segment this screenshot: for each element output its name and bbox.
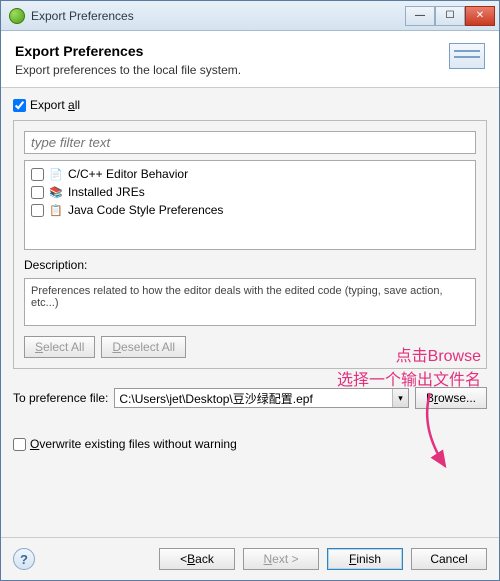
tree-item-checkbox[interactable]: [31, 186, 44, 199]
jre-icon: 📚: [48, 184, 64, 200]
finish-button[interactable]: Finish: [327, 548, 403, 570]
tree-item-label: Installed JREs: [68, 185, 145, 199]
next-button[interactable]: Next >: [243, 548, 319, 570]
filter-input[interactable]: [24, 131, 476, 154]
close-button[interactable]: ✕: [465, 6, 495, 26]
titlebar: Export Preferences — ☐ ✕: [1, 1, 499, 31]
help-button[interactable]: ?: [13, 548, 35, 570]
cancel-button[interactable]: Cancel: [411, 548, 487, 570]
description-box: Preferences related to how the editor de…: [24, 278, 476, 326]
cpp-icon: 📄: [48, 166, 64, 182]
app-icon: [9, 8, 25, 24]
export-all-checkbox[interactable]: [13, 99, 26, 112]
preferences-icon: [449, 43, 485, 69]
back-button[interactable]: < Back: [159, 548, 235, 570]
tree-item-label: Java Code Style Preferences: [68, 203, 223, 217]
preferences-tree[interactable]: 📄 C/C++ Editor Behavior 📚 Installed JREs…: [24, 160, 476, 250]
description-label: Description:: [24, 258, 476, 272]
dialog-header: Export Preferences Export preferences to…: [1, 31, 499, 88]
export-all-checkbox-row[interactable]: Export all: [13, 98, 487, 112]
header-title: Export Preferences: [15, 43, 449, 59]
overwrite-checkbox-row[interactable]: Overwrite existing files without warning: [13, 437, 487, 451]
select-all-button[interactable]: Select All: [24, 336, 95, 358]
window-title: Export Preferences: [31, 9, 405, 23]
tree-item[interactable]: 📚 Installed JREs: [29, 183, 471, 201]
minimize-button[interactable]: —: [405, 6, 435, 26]
deselect-all-button[interactable]: Deselect All: [101, 336, 186, 358]
pref-file-label: To preference file:: [13, 391, 108, 405]
header-description: Export preferences to the local file sys…: [15, 63, 449, 77]
tree-item-checkbox[interactable]: [31, 168, 44, 181]
tree-item[interactable]: 📋 Java Code Style Preferences: [29, 201, 471, 219]
maximize-button[interactable]: ☐: [435, 6, 465, 26]
pref-file-input[interactable]: [115, 389, 392, 407]
tree-item[interactable]: 📄 C/C++ Editor Behavior: [29, 165, 471, 183]
java-icon: 📋: [48, 202, 64, 218]
tree-item-checkbox[interactable]: [31, 204, 44, 217]
preferences-panel: 📄 C/C++ Editor Behavior 📚 Installed JREs…: [13, 120, 487, 369]
browse-button[interactable]: Browse...: [415, 387, 487, 409]
export-preferences-dialog: Export Preferences — ☐ ✕ Export Preferen…: [0, 0, 500, 581]
chevron-down-icon[interactable]: ▾: [392, 389, 408, 407]
overwrite-checkbox[interactable]: [13, 438, 26, 451]
tree-item-label: C/C++ Editor Behavior: [68, 167, 188, 181]
pref-file-combo[interactable]: ▾: [114, 388, 409, 408]
dialog-footer: ? < Back Next > Finish Cancel: [1, 537, 499, 580]
